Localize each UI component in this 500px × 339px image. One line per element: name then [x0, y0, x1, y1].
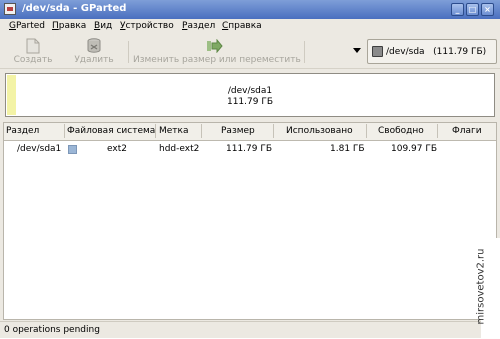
toolbar-separator: [128, 41, 129, 63]
column-header-used[interactable]: Использовано: [286, 126, 353, 136]
menu-device[interactable]: Устройство: [120, 21, 174, 31]
harddisk-icon: [372, 46, 383, 57]
status-text: 0 operations pending: [4, 325, 100, 335]
column-header-filesystem[interactable]: Файловая система: [67, 126, 155, 136]
delete-button[interactable]: Удалить: [66, 35, 122, 68]
cell-used: 1.81 ГБ: [330, 144, 365, 154]
partition-table: Раздел Файловая система Метка Размер Исп…: [3, 122, 497, 320]
toolbar-separator: [304, 41, 305, 63]
column-header-label[interactable]: Метка: [159, 126, 189, 136]
delete-disk-icon: [87, 38, 101, 53]
column-divider[interactable]: [155, 124, 156, 138]
menu-gparted[interactable]: GParted: [9, 21, 45, 31]
resize-move-label: Изменить размер или переместить: [133, 55, 301, 65]
visual-partition-name: /dev/sda1: [227, 86, 273, 96]
cell-partition: /dev/sda1: [17, 144, 62, 154]
gparted-app-icon[interactable]: [4, 3, 16, 15]
create-label: Создать: [13, 55, 53, 65]
toolbar-overflow-arrow-icon[interactable]: [353, 48, 361, 53]
device-size: (111.79 ГБ): [433, 47, 487, 57]
maximize-button[interactable]: □: [466, 3, 479, 16]
table-header: Раздел Файловая система Метка Размер Исп…: [4, 123, 496, 141]
resize-move-button[interactable]: Изменить размер или переместить: [133, 35, 301, 68]
table-row[interactable]: /dev/sda1 ext2 hdd-ext2 111.79 ГБ 1.81 Г…: [4, 142, 496, 156]
cell-filesystem: ext2: [107, 144, 127, 154]
cell-free: 109.97 ГБ: [391, 144, 438, 154]
column-header-partition[interactable]: Раздел: [6, 126, 39, 136]
menu-edit[interactable]: Правка: [52, 21, 86, 31]
device-selector[interactable]: /dev/sda (111.79 ГБ): [367, 39, 497, 64]
visual-partition-size: 111.79 ГБ: [226, 97, 273, 107]
filesystem-color-swatch: [68, 145, 77, 154]
partition-visual[interactable]: /dev/sda1 111.79 ГБ: [5, 73, 495, 117]
column-header-free[interactable]: Свободно: [378, 126, 424, 136]
window-title: /dev/sda - GParted: [22, 3, 127, 14]
menu-partition[interactable]: Раздел: [182, 21, 215, 31]
menu-bar: GParted Правка Вид Устройство Раздел Спр…: [0, 19, 500, 35]
cell-size: 111.79 ГБ: [226, 144, 273, 154]
resize-arrow-icon: [207, 39, 223, 53]
column-divider[interactable]: [273, 124, 274, 138]
new-document-icon: [26, 38, 40, 54]
column-divider[interactable]: [64, 124, 65, 138]
delete-label: Удалить: [74, 55, 114, 65]
close-button[interactable]: ×: [481, 3, 494, 16]
device-name: /dev/sda: [386, 47, 425, 57]
gparted-window: /dev/sda - GParted _ □ × GParted Правка …: [0, 0, 500, 338]
watermark: mirsovetov2.ru: [475, 238, 500, 338]
column-divider[interactable]: [201, 124, 202, 138]
cell-label: hdd-ext2: [159, 144, 200, 154]
title-bar[interactable]: /dev/sda - GParted _ □ ×: [0, 0, 500, 19]
status-bar: 0 operations pending: [0, 321, 500, 339]
column-header-flags[interactable]: Флаги: [452, 126, 482, 136]
create-button[interactable]: Создать: [6, 35, 60, 68]
column-divider[interactable]: [366, 124, 367, 138]
minimize-button[interactable]: _: [451, 3, 464, 16]
menu-view[interactable]: Вид: [94, 21, 112, 31]
column-divider[interactable]: [437, 124, 438, 138]
menu-help[interactable]: Справка: [222, 21, 262, 31]
column-header-size[interactable]: Размер: [221, 126, 255, 136]
watermark-text: mirsovetov2.ru: [475, 248, 487, 325]
